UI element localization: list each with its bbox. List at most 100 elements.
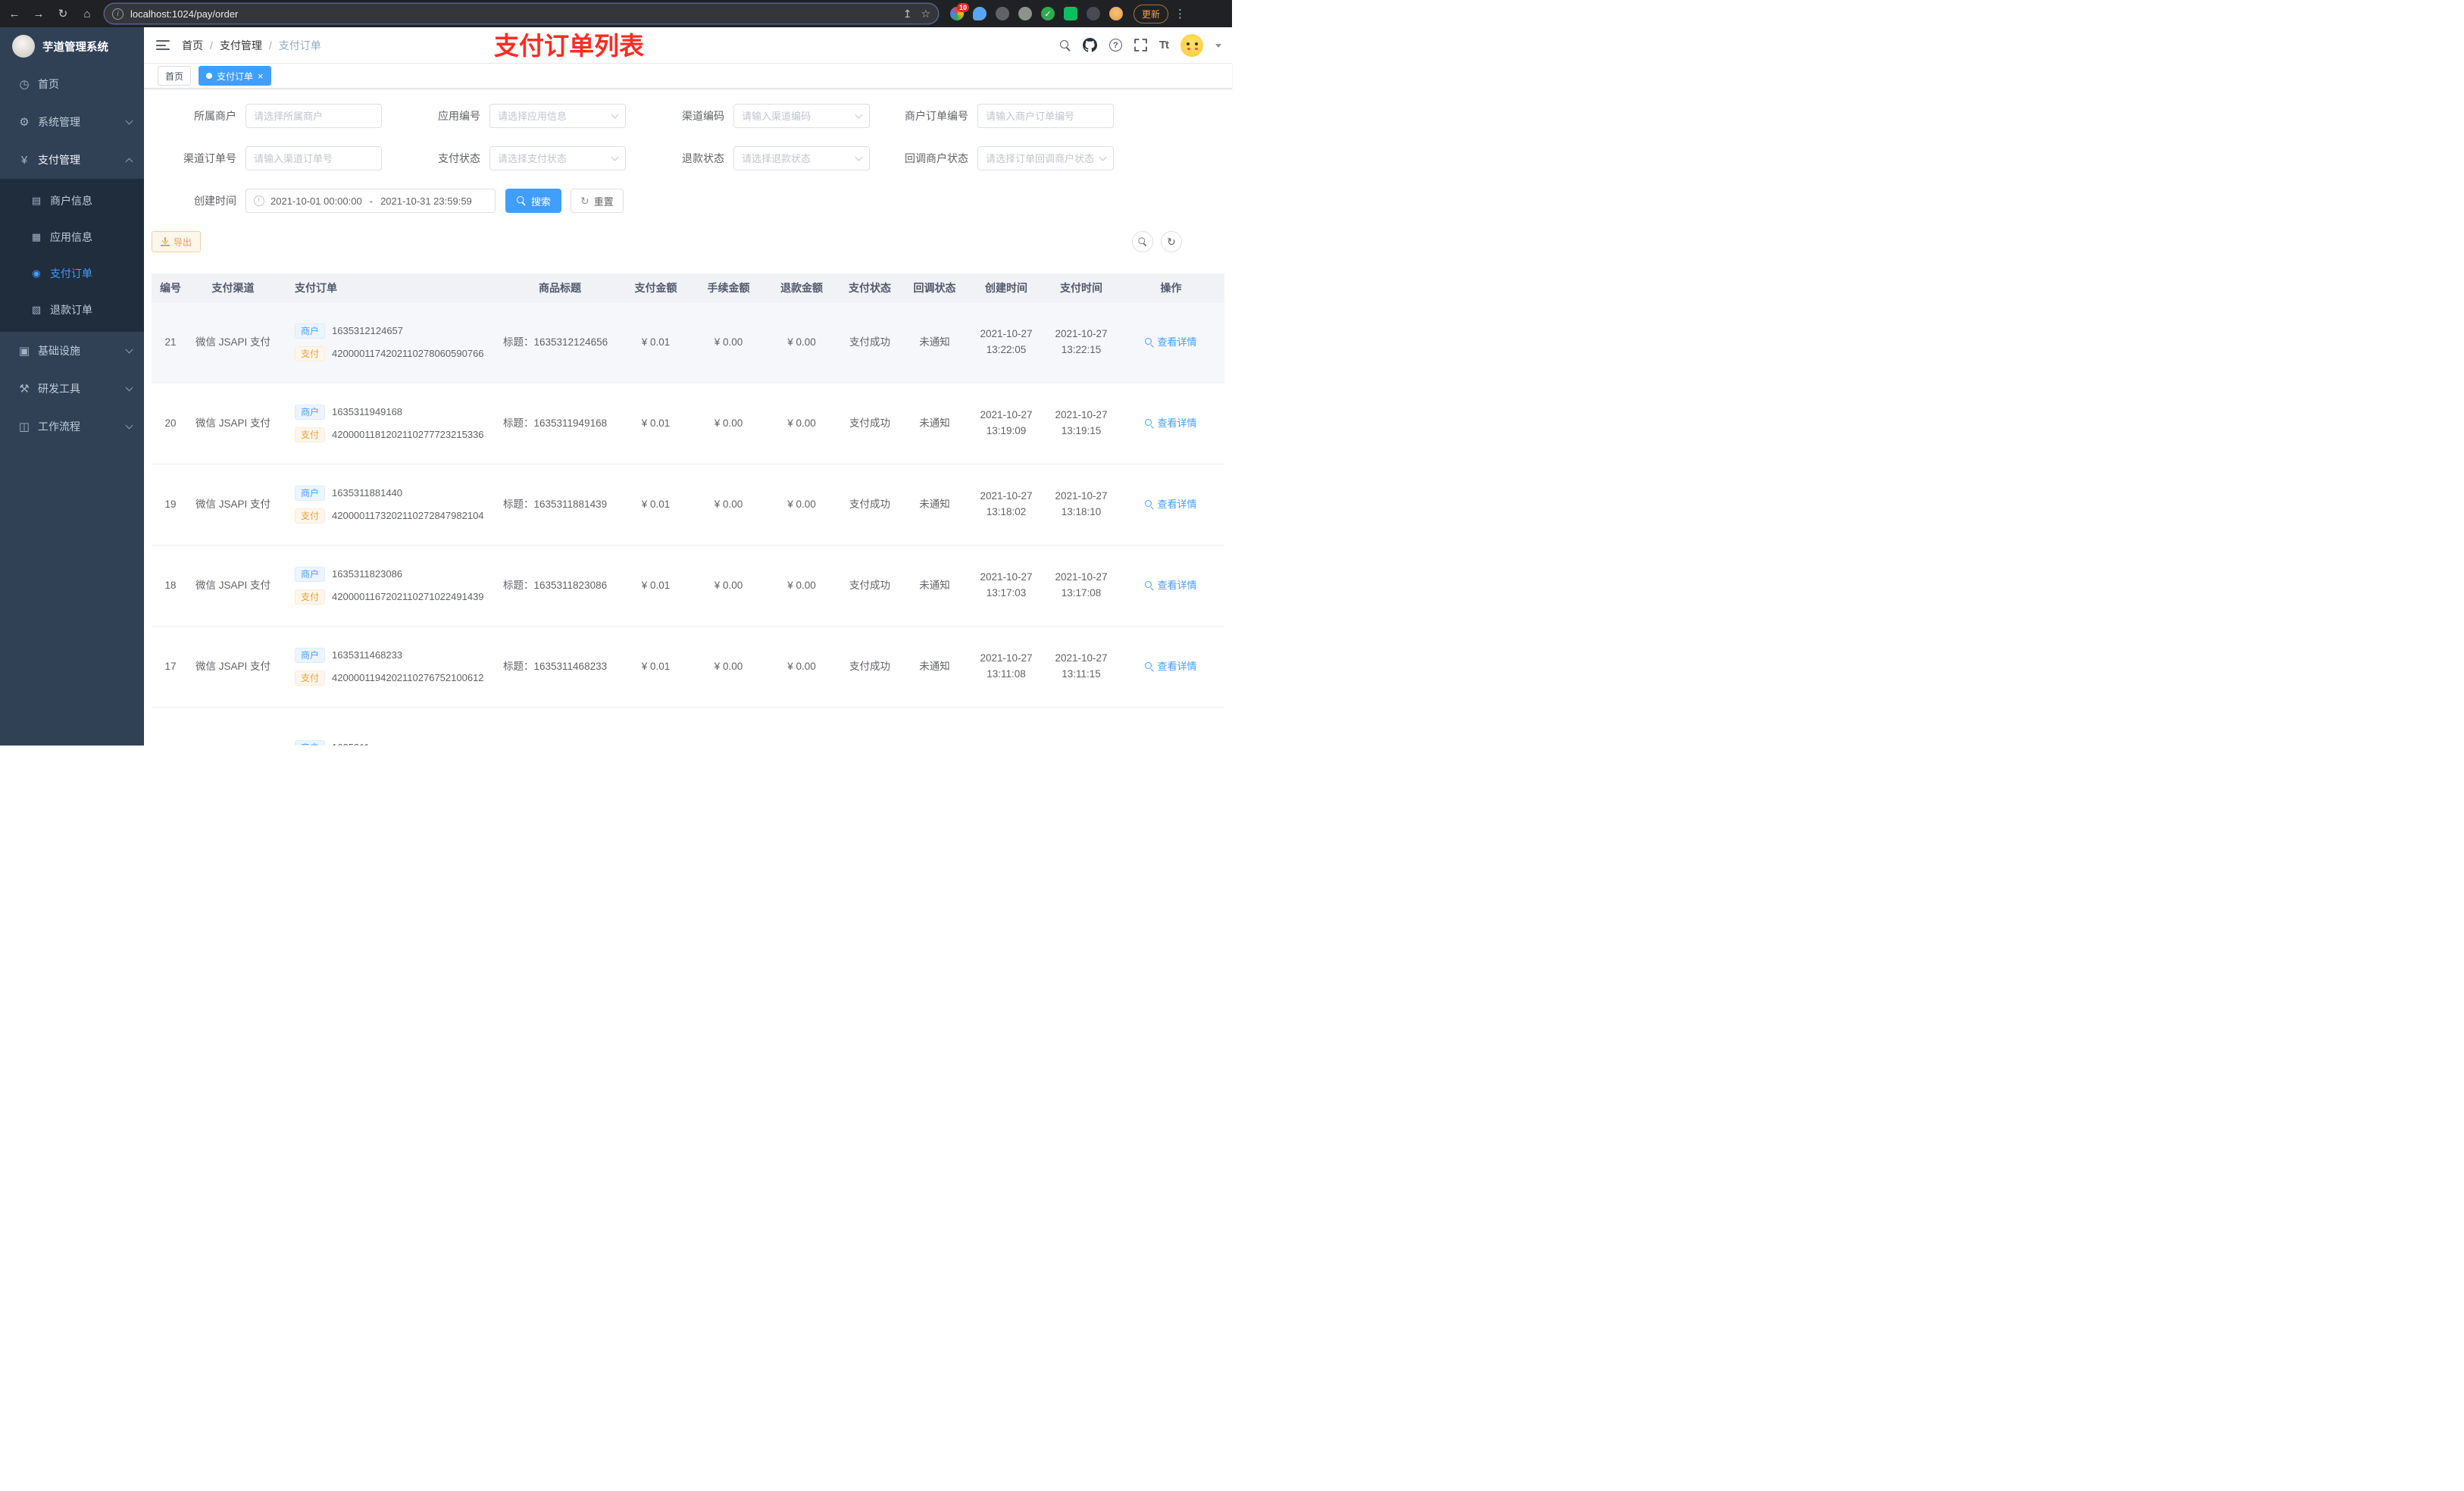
tab-home[interactable]: 首页 xyxy=(158,66,192,86)
refresh-table-button[interactable]: ↻ xyxy=(1161,231,1182,252)
chevron-down-icon xyxy=(1099,153,1107,161)
extension-icon[interactable]: ✓ xyxy=(1041,7,1055,20)
font-size-icon[interactable]: Tt xyxy=(1159,39,1169,52)
export-button[interactable]: 导出 xyxy=(152,231,202,252)
table-row[interactable]: 19 微信 JSAPI 支付 商户 1635311881440 支付 42000… xyxy=(152,464,1224,545)
breadcrumb-home[interactable]: 首页 xyxy=(182,38,203,53)
sidebar-item-infrastructure[interactable]: ▣ 基础设施 xyxy=(0,332,144,370)
notify-status-input[interactable] xyxy=(986,152,1096,164)
sidebar-item-dev-tools[interactable]: ⚒ 研发工具 xyxy=(0,370,144,408)
app-select-input[interactable] xyxy=(498,110,608,122)
channel-order-no-input[interactable] xyxy=(254,152,374,164)
active-dot xyxy=(206,73,213,79)
extension-icon[interactable] xyxy=(996,7,1009,20)
bookmark-star-icon[interactable]: ☆ xyxy=(921,8,930,20)
channel-order-no-field[interactable] xyxy=(245,146,382,170)
sidebar-item-workflow[interactable]: ◫ 工作流程 xyxy=(0,408,144,445)
reset-button[interactable]: ↻ 重置 xyxy=(571,189,624,213)
pay-status-input[interactable] xyxy=(498,152,608,164)
merchant-order-line: 商户 1635312124657 xyxy=(295,323,403,339)
merchant-order-no-input[interactable] xyxy=(986,110,1105,122)
tab-pay-order[interactable]: 支付订单 × xyxy=(199,66,271,86)
browser-update-button[interactable]: 更新 xyxy=(1134,4,1169,23)
sidebar-item-pay-order[interactable]: ◉ 支付订单 xyxy=(0,255,144,292)
grid-icon: ▦ xyxy=(31,231,42,242)
sidebar-item-pay[interactable]: ¥ 支付管理 xyxy=(0,141,144,179)
fullscreen-icon[interactable] xyxy=(1134,39,1147,52)
date-start: 2021-10-01 00:00:00 xyxy=(270,195,362,207)
create-time-range-picker[interactable]: 2021-10-01 00:00:00 - 2021-10-31 23:59:5… xyxy=(245,189,496,213)
field-label: 支付状态 xyxy=(438,152,480,164)
pay-status-select[interactable] xyxy=(489,146,626,170)
sidebar-item-refund-order[interactable]: ▧ 退款订单 xyxy=(0,292,144,328)
help-icon[interactable]: ? xyxy=(1108,39,1122,52)
pay-order-no: 4200001167202110271022491439 xyxy=(332,591,484,602)
table-row[interactable]: 20 微信 JSAPI 支付 商户 1635311949168 支付 42000… xyxy=(152,383,1224,464)
view-detail-link[interactable]: 查看详情 xyxy=(1145,578,1197,593)
sidebar-item-merchant-info[interactable]: ▤ 商户信息 xyxy=(0,183,144,219)
breadcrumb-current: 支付订单 xyxy=(278,39,321,52)
view-detail-link[interactable]: 查看详情 xyxy=(1145,497,1197,512)
cell-product-title: 标题：1635311881439 xyxy=(503,498,608,510)
view-detail-link[interactable]: 查看详情 xyxy=(1145,659,1197,674)
site-info-icon[interactable]: i xyxy=(112,8,124,20)
cell-pay-order: 商户 1635311949168 支付 42000011812021102777… xyxy=(277,404,500,443)
clock-icon xyxy=(254,195,264,206)
app-select[interactable] xyxy=(489,104,626,128)
field-label: 所属商户 xyxy=(194,110,236,122)
pay-order-no: 4200001181202110277723215336 xyxy=(332,429,484,440)
merchant-order-line: 商户 1635311 xyxy=(295,739,370,746)
cell-pay-status: 支付成功 xyxy=(849,417,890,429)
view-detail-link[interactable]: 查看详情 xyxy=(1145,335,1197,350)
table-row[interactable]: 商户 1635311 支付 查看详情 xyxy=(152,708,1224,746)
extension-icon[interactable]: 10 xyxy=(950,3,969,20)
extension-icon[interactable] xyxy=(973,7,987,20)
browser-forward-icon[interactable]: → xyxy=(29,4,48,23)
top-navbar: 首页 / 支付管理 / 支付订单 支付订单列表 ? Tt xyxy=(144,27,1232,64)
merchant-select-input[interactable] xyxy=(254,110,374,122)
view-detail-link[interactable]: 查看详情 xyxy=(1145,416,1197,431)
table-row[interactable]: 18 微信 JSAPI 支付 商户 1635311823086 支付 42000… xyxy=(152,545,1224,627)
extension-icon[interactable] xyxy=(1087,7,1100,20)
url-bar[interactable]: i localhost:1024/pay/order ↥ ☆ xyxy=(105,4,938,23)
avatar-caret-icon[interactable] xyxy=(1215,43,1221,51)
notify-status-select[interactable] xyxy=(977,146,1114,170)
cell-pay-time: 2021-10-27 13:22:15 xyxy=(1055,328,1108,355)
sidebar-item-app-info[interactable]: ▦ 应用信息 xyxy=(0,219,144,255)
browser-reload-icon[interactable]: ↻ xyxy=(53,4,73,23)
merchant-select[interactable] xyxy=(245,104,382,128)
github-icon[interactable] xyxy=(1082,38,1097,52)
merchant-order-no-field[interactable] xyxy=(977,104,1114,128)
close-icon[interactable]: × xyxy=(258,71,264,81)
table-toolbar: 导出 ↻ xyxy=(152,231,1224,252)
channel-code-input[interactable] xyxy=(742,110,852,122)
extension-icon[interactable] xyxy=(1109,7,1123,20)
user-avatar[interactable] xyxy=(1180,33,1203,57)
toggle-search-button[interactable] xyxy=(1132,231,1153,252)
merchant-order-no: 1635311468233 xyxy=(332,649,403,661)
hamburger-icon[interactable] xyxy=(156,40,170,50)
column-header: 支付金额 xyxy=(634,281,677,294)
field-label: 退款状态 xyxy=(682,152,724,164)
refund-status-select[interactable] xyxy=(733,146,870,170)
sidebar-item-system[interactable]: ⚙ 系统管理 xyxy=(0,103,144,141)
cell-create-time: 2021-10-27 13:17:03 xyxy=(980,571,1033,599)
extension-icon[interactable] xyxy=(1018,7,1032,20)
refund-status-input[interactable] xyxy=(742,152,852,164)
cell-create-time: 2021-10-27 13:22:05 xyxy=(980,328,1033,355)
search-button[interactable]: 搜索 xyxy=(505,189,562,213)
extension-icon[interactable] xyxy=(1064,7,1077,20)
share-icon[interactable]: ↥ xyxy=(903,8,912,20)
breadcrumb-pay-manage[interactable]: 支付管理 xyxy=(220,38,262,53)
chevron-down-icon xyxy=(855,111,863,119)
table-row[interactable]: 17 微信 JSAPI 支付 商户 1635311468233 支付 42000… xyxy=(152,627,1224,708)
cell-refund-amount: ¥ 0.00 xyxy=(787,417,816,429)
cell-order-id: 19 xyxy=(164,498,177,510)
table-row[interactable]: 21 微信 JSAPI 支付 商户 1635312124657 支付 42000… xyxy=(152,302,1224,383)
browser-home-icon[interactable]: ⌂ xyxy=(77,4,97,23)
search-icon[interactable] xyxy=(1059,39,1071,51)
sidebar-item-home[interactable]: ◷ 首页 xyxy=(0,65,144,103)
browser-menu-icon[interactable]: ⋮ xyxy=(1174,7,1186,20)
browser-back-icon[interactable]: ← xyxy=(5,4,24,23)
channel-code-select[interactable] xyxy=(733,104,870,128)
